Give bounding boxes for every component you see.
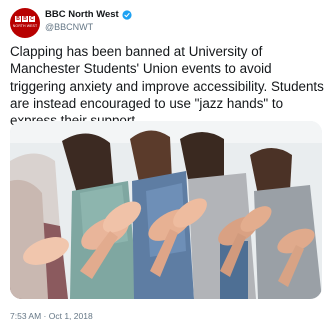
avatar-letter-b2: B — [22, 16, 28, 22]
clapping-people-photo-icon — [10, 121, 322, 299]
verified-badge-icon — [122, 9, 132, 20]
name-row: BBC North West — [45, 9, 132, 20]
tweet-text: Clapping has been banned at University o… — [10, 44, 324, 128]
avatar-subtitle: NORTH WEST — [12, 24, 38, 28]
tweet-timestamp[interactable]: 7:53 AM · Oct 1, 2018 — [10, 311, 93, 321]
user-handle[interactable]: @BBCNWT — [45, 22, 93, 33]
avatar[interactable]: B B C NORTH WEST — [10, 8, 40, 38]
tweet-photo[interactable] — [10, 121, 322, 299]
bbc-logo-icon: B B C — [15, 16, 35, 22]
avatar-letter-b1: B — [15, 16, 21, 22]
display-name[interactable]: BBC North West — [45, 9, 119, 20]
avatar-letter-c: C — [29, 16, 35, 22]
tweet-card: B B C NORTH WEST BBC North West @BBCNWT … — [0, 0, 330, 333]
